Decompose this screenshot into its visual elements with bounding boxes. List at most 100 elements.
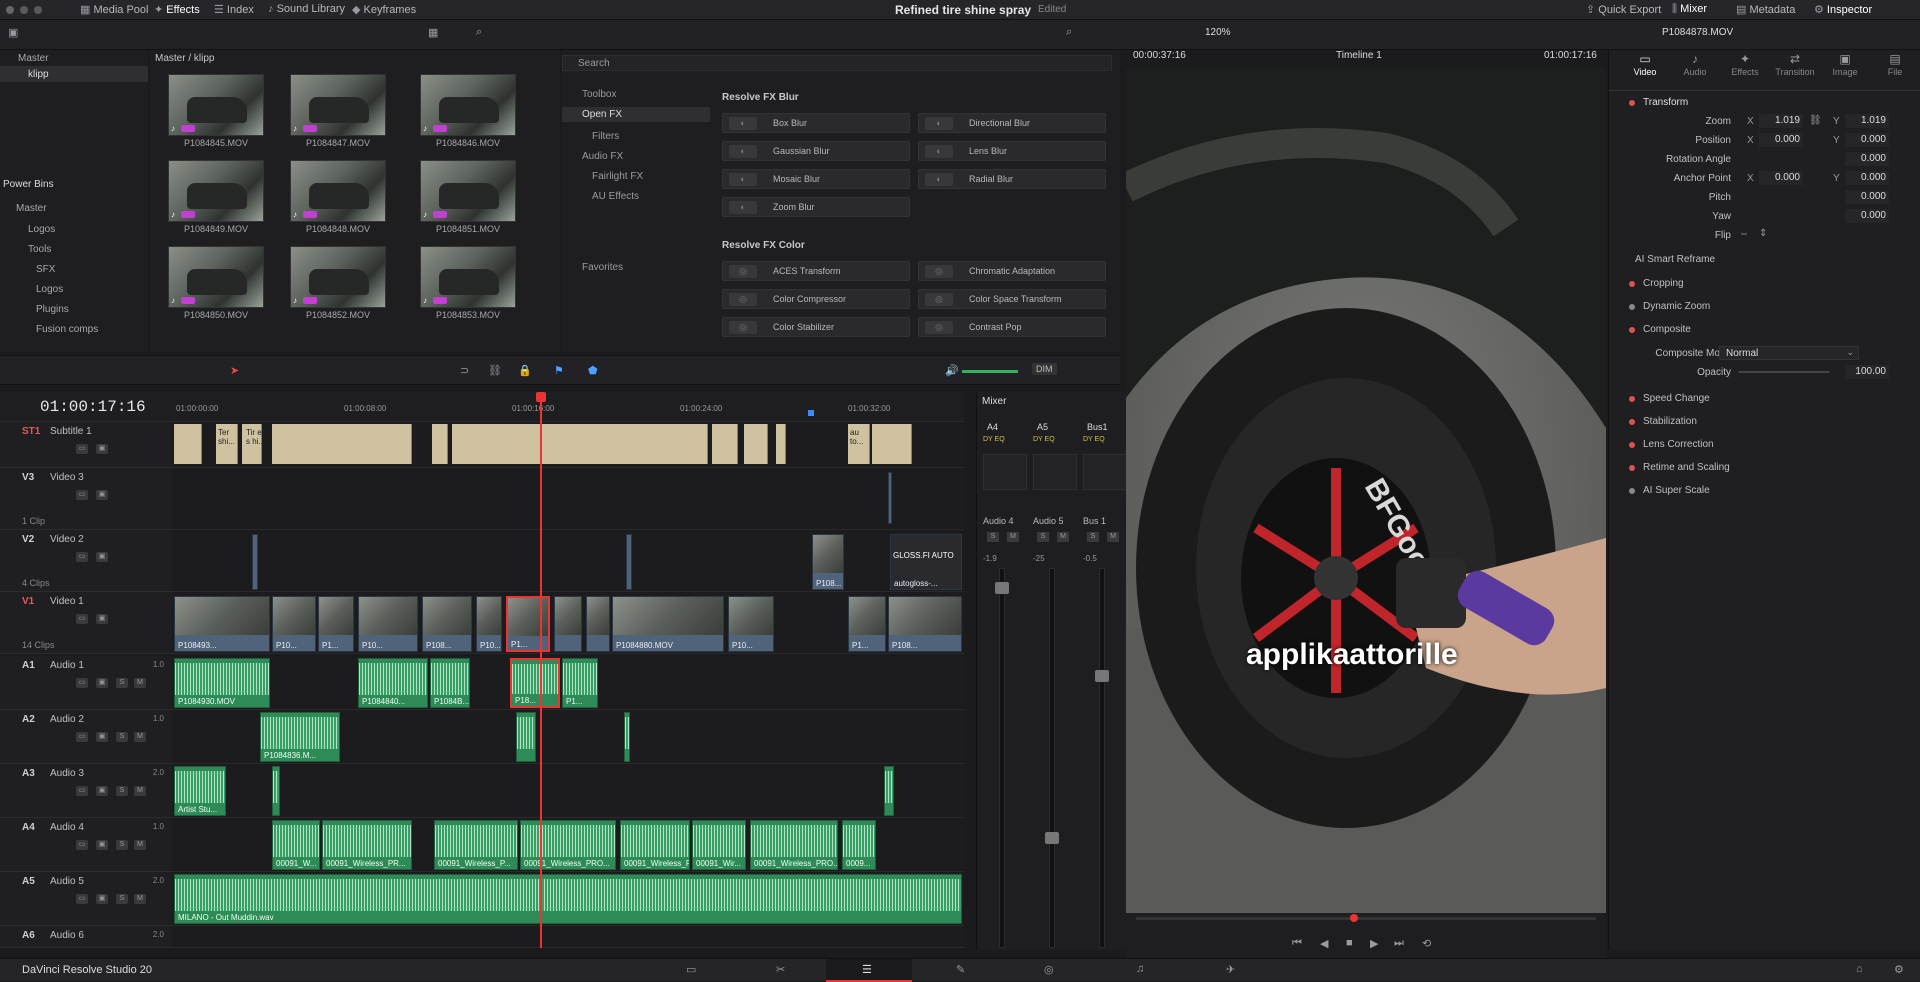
mixer-button[interactable]: ⫼ Mixer [1672, 3, 1707, 16]
solo-button[interactable]: S [116, 678, 128, 688]
mute-button[interactable]: M [1057, 532, 1069, 542]
video-clip[interactable] [888, 472, 892, 524]
pb-logos[interactable]: Logos [28, 224, 55, 235]
track-header-a2[interactable]: A2 Audio 2 1.0 ▭ ▣ S M [0, 710, 172, 764]
tab-audio[interactable]: ♪ Audio [1673, 52, 1717, 86]
edit-page-tab[interactable]: ☰ [826, 959, 912, 982]
settings-icon[interactable]: ⚙ [1894, 963, 1904, 976]
lock-icon[interactable]: ▭ [76, 490, 88, 500]
tab-effects[interactable]: ✦ Effects [1723, 52, 1767, 86]
window-zoom-dot[interactable] [34, 6, 42, 14]
fx-item[interactable]: ◐ Lens Blur [918, 141, 1106, 161]
cut-page-icon[interactable]: ✂ [776, 963, 785, 976]
auto-select-icon[interactable]: ▣ [96, 490, 108, 500]
stop-icon[interactable]: ■ [1346, 937, 1353, 949]
mixer-fader-track[interactable] [1099, 568, 1105, 948]
viewer[interactable]: BFGoodrich applikaattorille [1126, 68, 1606, 913]
mixer-fader-track[interactable] [999, 568, 1005, 948]
pb-fusion-comps[interactable]: Fusion comps [36, 324, 98, 335]
bin-klipp[interactable]: klipp [28, 69, 49, 80]
subtitle-clip[interactable] [174, 424, 202, 464]
audio-clip[interactable]: 00091_Wireless_P... [434, 820, 518, 870]
video-clip[interactable]: P108... [422, 596, 472, 652]
audio-clip[interactable]: MILANO - Out Muddin.wav [174, 874, 962, 924]
snapping-icon[interactable]: ⊃ [460, 364, 469, 377]
auto-select-icon[interactable]: ▣ [96, 614, 108, 624]
track-name[interactable]: Audio 6 [50, 930, 84, 941]
pb-tools[interactable]: Tools [28, 244, 51, 255]
loop-icon[interactable]: ⟲ [1422, 937, 1431, 950]
mute-button[interactable]: M [134, 840, 146, 850]
mute-button[interactable]: M [1007, 532, 1019, 542]
track-name[interactable]: Audio 3 [50, 768, 84, 779]
composite-mode-select[interactable]: Normal ⌄ [1719, 346, 1859, 360]
auto-select-icon[interactable]: ▣ [96, 894, 108, 904]
lock-icon[interactable]: ▭ [76, 614, 88, 624]
audio-clip[interactable]: 00091_Wireless_PRO... [750, 820, 838, 870]
lock-icon[interactable]: 🔒 [518, 364, 532, 377]
solo-button[interactable]: S [987, 532, 999, 542]
fx-open-fx-row[interactable]: Open FX [562, 107, 710, 122]
timeline-marker[interactable] [808, 410, 814, 416]
tab-image[interactable]: ▣ Image [1823, 52, 1867, 86]
fx-toolbox[interactable]: Toolbox [582, 89, 616, 100]
track-name[interactable]: Audio 2 [50, 714, 84, 725]
track-lane-v3[interactable] [172, 468, 964, 530]
clip-thumbnail[interactable]: ♪ [168, 160, 264, 222]
fx-item[interactable]: ◎ Color Stabilizer [722, 317, 910, 337]
clip-thumbnail[interactable]: ♪ [290, 160, 386, 222]
grid-view-icon[interactable]: ▦ [428, 26, 438, 39]
fx-audio-fx[interactable]: Audio FX [582, 151, 623, 162]
video-clip[interactable]: GLOSS.FI AUTO autogloss-... [890, 534, 962, 590]
auto-select-icon[interactable]: ▣ [96, 444, 108, 454]
fx-item[interactable]: ◎ Color Space Transform [918, 289, 1106, 309]
track-lane-a3[interactable] [172, 764, 964, 818]
solo-button[interactable]: S [116, 732, 128, 742]
subtitle-clip[interactable] [744, 424, 768, 464]
subtitle-clip[interactable] [872, 424, 912, 464]
color-page-icon[interactable]: ◎ [1044, 963, 1054, 976]
pb-plugins[interactable]: Plugins [36, 304, 69, 315]
fx-au-effects[interactable]: AU Effects [592, 191, 639, 202]
deliver-page-icon[interactable]: ✈ [1226, 963, 1235, 976]
volume-slider[interactable] [962, 370, 1018, 373]
panel-toggle-icon[interactable]: ▣ [8, 26, 18, 39]
window-minimize-dot[interactable] [20, 6, 28, 14]
fx-filters[interactable]: Filters [592, 131, 619, 142]
volume-icon[interactable]: 🔊 [945, 364, 959, 377]
track-header-v1[interactable]: V1 Video 1 14 Clips ▭ ▣ [0, 592, 172, 654]
tab-transition[interactable]: ⇄ Transition [1773, 52, 1817, 86]
auto-select-icon[interactable]: ▣ [96, 840, 108, 850]
auto-select-icon[interactable]: ▣ [96, 732, 108, 742]
mixer-eq-strip[interactable]: DY EQ [1033, 436, 1077, 448]
solo-button[interactable]: S [1087, 532, 1099, 542]
fx-item[interactable]: ◎ Chromatic Adaptation [918, 261, 1106, 281]
track-header-a5[interactable]: A5 Audio 5 2.0 ▭ ▣ S M [0, 872, 172, 926]
media-page-icon[interactable]: ▭ [686, 963, 696, 976]
search-icon[interactable]: ⌕ [1066, 26, 1072, 39]
video-clip[interactable]: P1... [848, 596, 886, 652]
subtitle-clip[interactable] [272, 424, 412, 464]
position-y-field[interactable]: 0.000 [1845, 133, 1889, 147]
fx-favorites[interactable]: Favorites [582, 262, 623, 273]
lock-icon[interactable]: ▭ [76, 786, 88, 796]
search-icon[interactable]: ⌕ [476, 26, 482, 39]
solo-button[interactable]: S [116, 786, 128, 796]
quick-export-button[interactable]: ⇪ Quick Export [1586, 3, 1661, 16]
go-end-icon[interactable]: ⏭ [1394, 937, 1404, 950]
rotation-field[interactable]: 0.000 [1845, 152, 1889, 166]
flag-icon[interactable]: ⚑ [554, 364, 564, 377]
lock-icon[interactable]: ▭ [76, 444, 88, 454]
video-clip[interactable]: P10... [358, 596, 418, 652]
fx-fairlight[interactable]: Fairlight FX [592, 171, 643, 182]
solo-button[interactable]: S [116, 840, 128, 850]
lock-icon[interactable]: ▭ [76, 732, 88, 742]
track-header-st1[interactable]: ST1 Subtitle 1 ▭ ▣ [0, 422, 172, 468]
solo-button[interactable]: S [116, 894, 128, 904]
video-clip[interactable]: P108... [812, 534, 844, 590]
mixer-eq-strip[interactable]: DY EQ [983, 436, 1027, 448]
viewer-zoom[interactable]: 120% [1205, 27, 1231, 38]
effects-button[interactable]: ✦ Effects [154, 3, 200, 16]
audio-clip[interactable]: P1084840... [358, 658, 428, 708]
pitch-field[interactable]: 0.000 [1845, 190, 1889, 204]
